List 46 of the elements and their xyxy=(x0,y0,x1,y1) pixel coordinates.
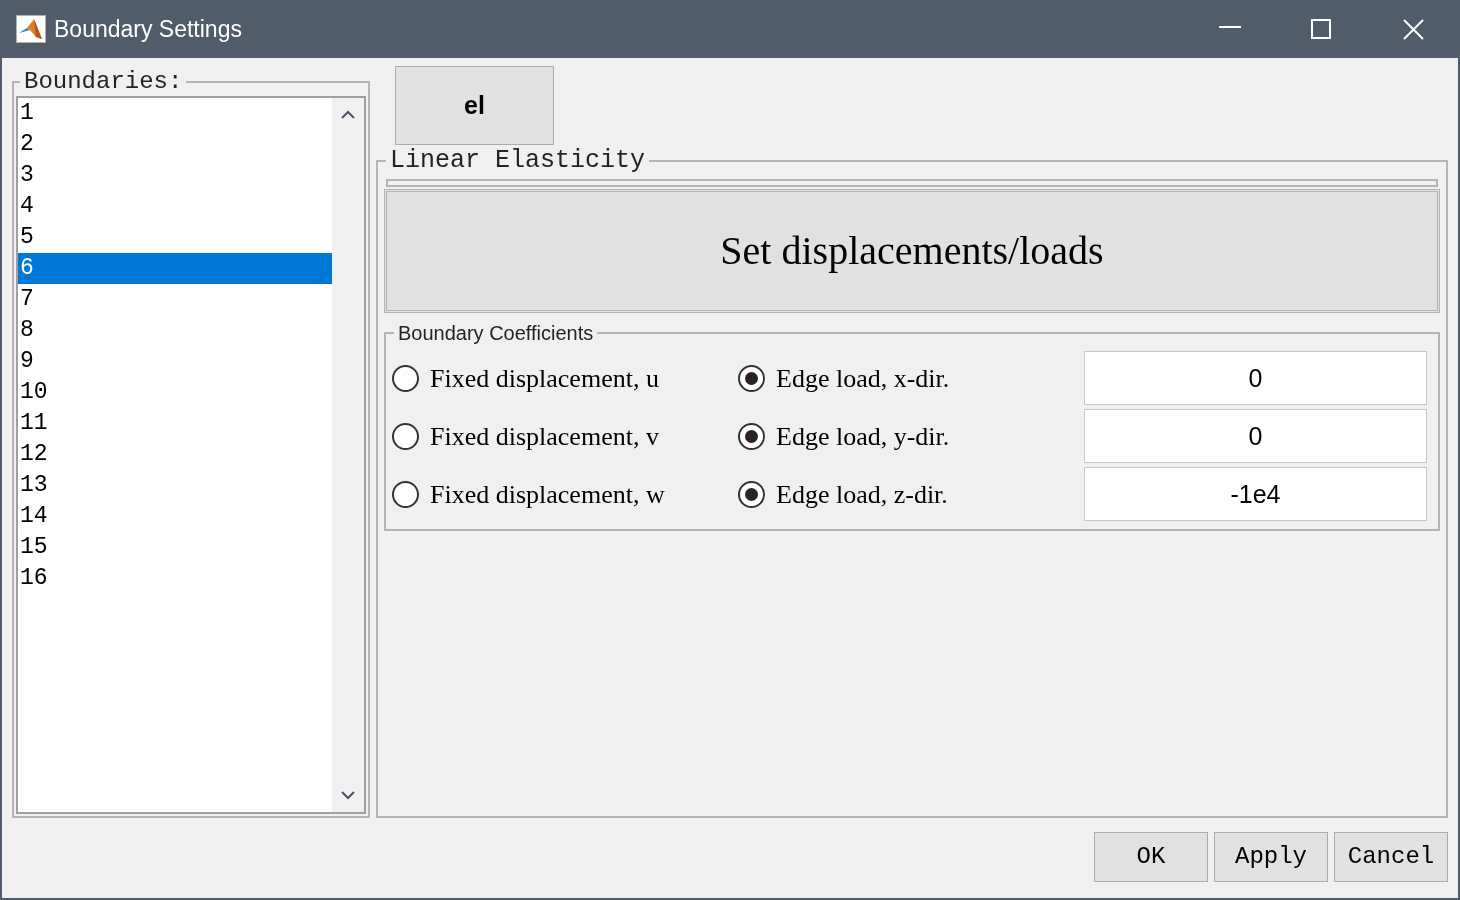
radio-button[interactable] xyxy=(738,422,765,450)
radio-button[interactable] xyxy=(392,364,419,392)
list-item[interactable]: 6 xyxy=(18,253,332,284)
tab[interactable]: el xyxy=(395,66,554,145)
maximize-icon[interactable] xyxy=(1311,18,1333,40)
list-item[interactable]: 12 xyxy=(18,439,332,470)
radio-button[interactable] xyxy=(738,480,765,508)
group-label: Boundaries: xyxy=(23,70,184,94)
radio-label[interactable]: Fixed displacement, v xyxy=(430,416,659,456)
dialog-button[interactable]: Cancel xyxy=(1334,832,1448,882)
group-label: Boundary Coefficients xyxy=(397,323,595,343)
radio-button[interactable] xyxy=(392,480,419,508)
dialog-button[interactable]: Apply xyxy=(1214,832,1328,882)
window-title: Boundary Settings xyxy=(54,14,242,44)
list-item[interactable]: 7 xyxy=(18,284,332,315)
list-item[interactable]: 1 xyxy=(18,98,332,129)
value-field[interactable]: 0 xyxy=(1084,409,1427,463)
list-item[interactable]: 8 xyxy=(18,315,332,346)
list-item[interactable]: 4 xyxy=(18,191,332,222)
dialog-button[interactable]: OK xyxy=(1094,832,1208,882)
radio-label[interactable]: Edge load, z-dir. xyxy=(776,474,948,514)
list-item[interactable]: 11 xyxy=(18,408,332,439)
radio-label[interactable]: Fixed displacement, u xyxy=(430,358,659,398)
radio-label[interactable]: Fixed displacement, w xyxy=(430,474,665,514)
value-field[interactable]: 0 xyxy=(1084,351,1427,405)
radio-label[interactable]: Edge load, x-dir. xyxy=(776,358,950,398)
list-item[interactable]: 15 xyxy=(18,532,332,563)
list-item[interactable]: 2 xyxy=(18,129,332,160)
list-item[interactable]: 3 xyxy=(18,160,332,191)
list-item[interactable]: 9 xyxy=(18,346,332,377)
app-logo-icon xyxy=(16,15,46,43)
radio-button[interactable] xyxy=(738,364,765,392)
action-button[interactable]: Set displacements/loads xyxy=(384,189,1440,313)
list-item[interactable]: 16 xyxy=(18,563,332,594)
scroll-down-icon[interactable] xyxy=(341,791,355,800)
panel-title: Linear Elasticity xyxy=(389,148,647,173)
list-item[interactable]: 14 xyxy=(18,501,332,532)
list-item[interactable]: 10 xyxy=(18,377,332,408)
radio-button[interactable] xyxy=(392,422,419,450)
radio-label[interactable]: Edge load, y-dir. xyxy=(776,416,950,456)
scroll-up-icon[interactable] xyxy=(341,110,355,119)
boundary-list[interactable]: 1 2 3 4 5 6 7 8 9 10 11 12 13 14 15 16 xyxy=(16,96,366,814)
close-icon[interactable] xyxy=(1403,18,1425,40)
value-field[interactable]: -1e4 xyxy=(1084,467,1427,521)
list-item[interactable]: 5 xyxy=(18,222,332,253)
list-item[interactable]: 13 xyxy=(18,470,332,501)
